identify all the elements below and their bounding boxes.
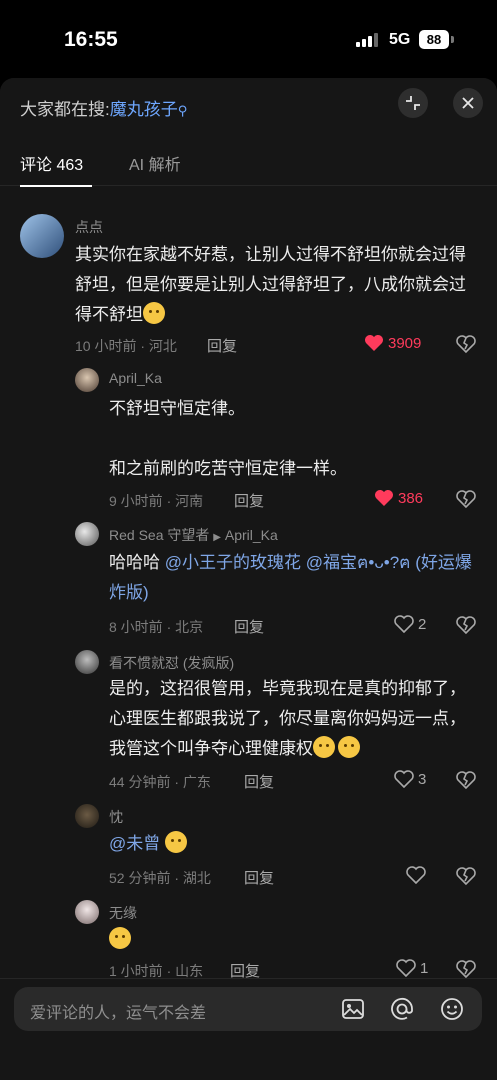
reply-item: 忱 @未曾 52 分钟前 · 湖北 回复 (0, 800, 497, 890)
collapse-button[interactable] (398, 88, 428, 118)
comment-text[interactable]: 和之前刷的吃苦守恒定律一样。 (109, 454, 479, 484)
close-icon (462, 97, 474, 109)
comment-meta: 9 小时前 · 河南 (109, 493, 204, 509)
close-button[interactable] (453, 88, 483, 118)
sheet-header: 大家都在搜:魔丸孩子⚲ 评论 463 AI 解析 (0, 78, 497, 187)
comment-item: 点点 其实你在家越不好惹，让别人过得不舒坦你就会过得舒坦，但是你要是让别人过得舒… (0, 186, 497, 356)
emoji-sticker (165, 831, 187, 853)
mention-link[interactable]: @小王子的玫瑰花 (165, 553, 301, 572)
comment-text[interactable]: 哈哈哈 @小王子的玫瑰花 @福宝ฅ•ᴗ•?ฅ (好运爆炸版) (109, 548, 479, 608)
broken-heart-icon[interactable] (456, 489, 476, 509)
comment-username[interactable]: 点点 (75, 217, 103, 237)
collapse-icon (406, 96, 420, 110)
avatar[interactable] (75, 650, 99, 674)
reply-item: Red Sea 守望者 ▶ April_Ka 哈哈哈 @小王子的玫瑰花 @福宝ฅ… (0, 512, 497, 642)
comment-text[interactable]: @未曾 (109, 829, 474, 859)
heart-icon (365, 335, 383, 351)
reply-button[interactable]: 回复 (234, 490, 264, 511)
comment-meta: 44 分钟前 · 广东 (109, 774, 211, 790)
signal-icon (356, 33, 380, 47)
heart-icon (396, 959, 416, 977)
hot-search-prefix: 大家都在搜: (20, 100, 110, 119)
status-bar: 16:55 5G 88 (0, 0, 497, 78)
network-label: 5G (389, 31, 411, 48)
comment-username[interactable]: Red Sea 守望者 ▶ April_Ka (109, 525, 278, 545)
comment-text[interactable]: 不舒坦守恒定律。 (109, 394, 479, 424)
battery-tip (451, 36, 454, 43)
like-count: 3 (418, 770, 427, 788)
like-button[interactable]: 1 (396, 959, 428, 977)
heart-icon (394, 770, 414, 788)
reply-to-username[interactable]: April_Ka (225, 527, 278, 543)
comment-text[interactable]: 是的，这招很管用，毕竟我现在是真的抑郁了，心理医生都跟我说了，你尽量离你妈妈远一… (109, 674, 474, 764)
comment-input-placeholder: 爱评论的人，运气不会差 (30, 1005, 207, 1022)
emoji-icon[interactable] (439, 996, 465, 1022)
heart-icon (406, 866, 426, 884)
like-button[interactable] (406, 866, 430, 884)
broken-heart-icon[interactable] (456, 770, 476, 790)
hot-search[interactable]: 大家都在搜:魔丸孩子⚲ (20, 95, 187, 120)
avatar[interactable] (75, 900, 99, 924)
avatar[interactable] (20, 214, 64, 258)
comment-text[interactable]: 其实你在家越不好惹，让别人过得不舒坦你就会过得舒坦，但是你要是让别人过得舒坦了，… (75, 240, 480, 330)
broken-heart-icon[interactable] (456, 959, 476, 979)
heart-icon (394, 615, 414, 633)
comment-meta: 8 小时前 · 北京 (109, 619, 204, 635)
comment-meta: 10 小时前 · 河北 (75, 338, 177, 354)
emoji-sticker (338, 736, 360, 758)
reply-button[interactable]: 回复 (234, 616, 264, 637)
comment-input[interactable]: 爱评论的人，运气不会差 (14, 987, 482, 1031)
reply-item: 无缘 1 小时前 · 山东 回复 1 (0, 896, 497, 986)
battery-icon: 88 (419, 30, 449, 49)
tab-comments[interactable]: 评论 463 (20, 151, 83, 175)
comment-username[interactable]: April_Ka (109, 370, 162, 386)
like-count: 2 (418, 615, 427, 633)
tab-ai-analysis[interactable]: AI 解析 (129, 151, 181, 175)
search-icon: ⚲ (177, 103, 188, 118)
broken-heart-icon[interactable] (456, 334, 476, 354)
avatar[interactable] (75, 522, 99, 546)
tab-active-indicator (20, 185, 92, 187)
comment-username[interactable]: 忱 (109, 807, 123, 827)
reply-button[interactable]: 回复 (207, 335, 237, 356)
like-button[interactable]: 386 (374, 489, 423, 507)
comment-text[interactable] (109, 925, 474, 955)
emoji-sticker (143, 302, 165, 324)
heart-icon (375, 490, 393, 506)
like-count: 1 (420, 959, 429, 977)
like-count: 386 (398, 489, 424, 507)
comment-input-bar: 爱评论的人，运气不会差 (0, 978, 497, 1080)
image-icon[interactable] (340, 996, 366, 1022)
reply-button[interactable]: 回复 (244, 867, 274, 888)
emoji-sticker (313, 736, 335, 758)
comment-username[interactable]: 看不惯就怼 (发疯版) (109, 653, 234, 673)
reply-item: April_Ka 不舒坦守恒定律。 和之前刷的吃苦守恒定律一样。 9 小时前 ·… (0, 356, 497, 510)
comment-username[interactable]: 无缘 (109, 903, 137, 923)
reply-arrow-icon: ▶ (213, 532, 221, 543)
broken-heart-icon[interactable] (456, 866, 476, 886)
like-count: 3909 (388, 334, 422, 352)
like-button[interactable]: 3 (394, 770, 426, 788)
at-icon[interactable] (389, 996, 415, 1022)
like-button[interactable]: 2 (394, 615, 426, 633)
mention-link[interactable]: @未曾 (109, 834, 160, 853)
like-button[interactable]: 3909 (364, 334, 421, 352)
comment-sheet: 大家都在搜:魔丸孩子⚲ 评论 463 AI 解析 点点 其实你在家越不好惹，让别… (0, 78, 497, 1080)
avatar[interactable] (75, 368, 99, 392)
broken-heart-icon[interactable] (456, 615, 476, 635)
reply-item: 看不惯就怼 (发疯版) 是的，这招很管用，毕竟我现在是真的抑郁了，心理医生都跟我… (0, 642, 497, 792)
hot-search-keyword[interactable]: 魔丸孩子 (110, 100, 178, 119)
reply-button[interactable]: 回复 (244, 771, 274, 792)
avatar[interactable] (75, 804, 99, 828)
comment-meta: 52 分钟前 · 湖北 (109, 870, 211, 886)
emoji-sticker (109, 927, 131, 949)
status-time: 16:55 (64, 28, 118, 51)
